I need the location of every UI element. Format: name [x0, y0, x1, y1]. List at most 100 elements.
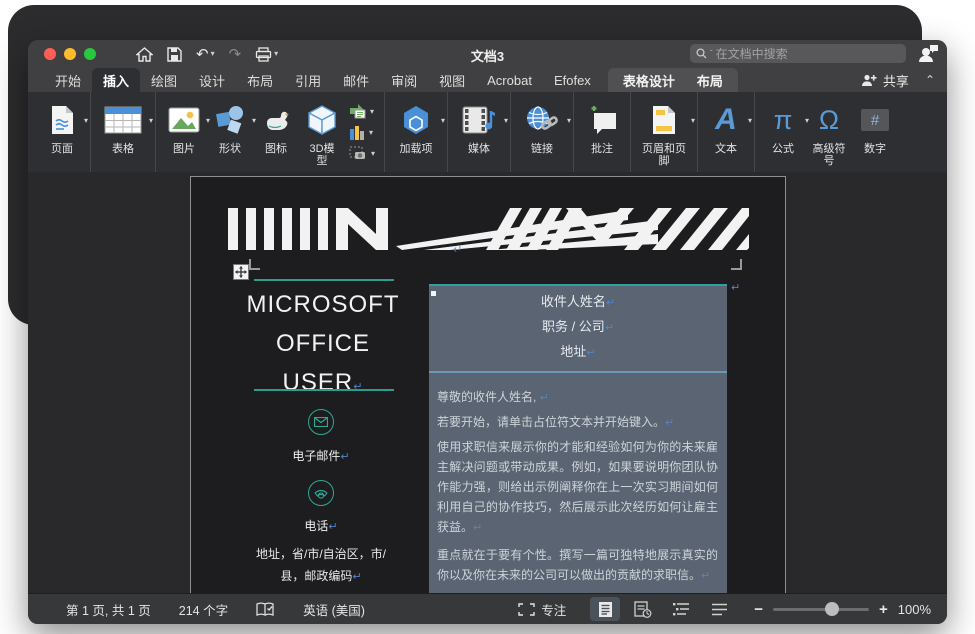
table-label: 表格: [112, 143, 134, 155]
links-button[interactable]: ▾ 链接: [520, 98, 564, 155]
header-footer-label: 页眉和页脚: [640, 143, 688, 167]
print-icon[interactable]: ▾: [255, 47, 278, 62]
screenshot-button[interactable]: ▾: [349, 145, 375, 161]
tab-table-layout[interactable]: 布局: [686, 68, 734, 92]
divider-line: [254, 389, 394, 391]
tab-table-design[interactable]: 表格设计: [612, 68, 686, 92]
media-icon: [462, 98, 496, 142]
links-label: 链接: [531, 143, 553, 155]
text-button[interactable]: A ▾ 文本: [707, 98, 745, 155]
focus-icon: [518, 603, 535, 616]
document-title: 文档3: [471, 46, 504, 65]
page-icon: [50, 98, 75, 142]
letter-cell-selected[interactable]: 收件人姓名↵ 职务 / 公司↵ 地址↵ 尊敬的收件人姓名, ↵ 若要开始，请单击…: [429, 284, 727, 593]
comment-button[interactable]: 批注: [583, 98, 621, 155]
undo-icon[interactable]: ↶▾: [196, 47, 215, 62]
tab-efofex[interactable]: Efofex: [543, 68, 602, 92]
recipient-block[interactable]: 收件人姓名↵ 职务 / 公司↵ 地址↵: [429, 284, 727, 365]
text-a-icon: A: [715, 98, 737, 142]
zoom-in-button[interactable]: +: [879, 601, 888, 618]
print-layout-view-button[interactable]: [590, 597, 620, 621]
addins-label: 加载项: [400, 143, 433, 155]
pictures-button[interactable]: ▾ 图片: [165, 98, 203, 155]
text-caret-icon[interactable]: ▾: [748, 116, 752, 125]
icons-button[interactable]: 图标: [257, 98, 295, 155]
zoom-window-button[interactable]: [84, 48, 96, 60]
tab-design[interactable]: 设计: [188, 68, 236, 92]
proofing-icon[interactable]: [256, 602, 275, 617]
home-icon[interactable]: [136, 47, 153, 62]
screenshot-caret-icon[interactable]: ▾: [371, 149, 375, 158]
paragraph-mark: ↵: [453, 243, 462, 256]
phone-label[interactable]: 电话↵: [261, 517, 381, 534]
shapes-button[interactable]: ▾ 形状: [211, 98, 249, 155]
tab-layout[interactable]: 布局: [236, 68, 284, 92]
addins-caret-icon[interactable]: ▾: [441, 116, 445, 125]
web-layout-view-button[interactable]: [628, 597, 658, 621]
tab-references[interactable]: 引用: [284, 68, 332, 92]
equation-caret-icon[interactable]: ▾: [805, 116, 809, 125]
pages-button[interactable]: ▾ 页面: [43, 98, 81, 155]
address-block[interactable]: 地址，省/市/自治区，市/ 县，邮政编码↵: [246, 543, 396, 588]
collapse-ribbon-icon[interactable]: ⌃: [925, 73, 935, 87]
header-stripe-graphic[interactable]: [228, 208, 749, 255]
media-button[interactable]: ▾ 媒体: [457, 98, 501, 155]
smartart-button[interactable]: ▾: [349, 103, 375, 119]
pages-caret-icon[interactable]: ▾: [84, 116, 88, 125]
tab-view[interactable]: 视图: [428, 68, 476, 92]
chart-button[interactable]: ▾: [349, 124, 375, 140]
ribbon-tabs: 开始 插入 绘图 设计 布局 引用 邮件 审阅 视图 Acrobat Efofe…: [28, 68, 947, 92]
print-caret-icon[interactable]: ▾: [274, 50, 278, 58]
3d-models-button[interactable]: 3D模型: [303, 98, 341, 167]
3d-cube-icon: [307, 98, 337, 142]
media-label: 媒体: [468, 143, 490, 155]
table-caret-icon[interactable]: ▾: [149, 116, 153, 125]
tab-insert[interactable]: 插入: [92, 68, 140, 92]
search-scope-caret-icon[interactable]: ˇ: [710, 49, 713, 58]
undo-caret-icon[interactable]: ▾: [211, 50, 215, 58]
outline-view-button[interactable]: [666, 597, 696, 621]
share-button[interactable]: 共享: [861, 71, 909, 90]
table-move-handle[interactable]: [233, 264, 249, 280]
minimize-window-button[interactable]: [64, 48, 76, 60]
save-icon[interactable]: [167, 47, 182, 62]
media-caret-icon[interactable]: ▾: [504, 116, 508, 125]
redo-icon[interactable]: ↷: [229, 47, 242, 62]
links-caret-icon[interactable]: ▾: [567, 116, 571, 125]
pictures-caret-icon[interactable]: ▾: [206, 116, 210, 125]
tab-acrobat[interactable]: Acrobat: [476, 68, 543, 92]
word-count[interactable]: 214 个字: [179, 600, 228, 619]
zoom-slider-thumb[interactable]: [825, 602, 839, 616]
chart-caret-icon[interactable]: ▾: [369, 128, 373, 137]
page-indicator[interactable]: 第 1 页, 共 1 页: [66, 600, 151, 619]
email-label[interactable]: 电子邮件↵: [261, 447, 381, 464]
equation-button[interactable]: π ▾ 公式: [764, 98, 802, 155]
account-avatar-icon[interactable]: [917, 43, 939, 69]
addins-button[interactable]: ▾ 加载项: [394, 98, 438, 155]
focus-mode-button[interactable]: 专注: [518, 600, 566, 619]
zoom-slider[interactable]: [773, 608, 869, 611]
3d-models-label: 3D模型: [304, 143, 340, 167]
advanced-symbol-button[interactable]: Ω 高级符号: [810, 98, 848, 167]
margin-corner-mark: [731, 259, 742, 270]
table-button[interactable]: ▾ 表格: [100, 98, 146, 155]
language-indicator[interactable]: 英语 (美国): [303, 600, 365, 619]
search-input[interactable]: [716, 47, 900, 61]
search-box[interactable]: ˇ: [690, 44, 906, 63]
tab-mailings[interactable]: 邮件: [332, 68, 380, 92]
number-button[interactable]: # 数字: [856, 98, 894, 155]
draft-view-button[interactable]: [704, 597, 734, 621]
smartart-caret-icon[interactable]: ▾: [370, 107, 374, 116]
zoom-out-button[interactable]: −: [754, 601, 763, 618]
close-window-button[interactable]: [44, 48, 56, 60]
tab-home[interactable]: 开始: [44, 68, 92, 92]
document-canvas: ↵ MICROSOFT OFFICE USER↵ 电子邮件↵: [28, 172, 947, 593]
shapes-caret-icon[interactable]: ▾: [252, 116, 256, 125]
tab-review[interactable]: 审阅: [380, 68, 428, 92]
letter-body[interactable]: 尊敬的收件人姓名, ↵ 若要开始，请单击占位符文本并开始键入。↵ 使用求职信来展…: [429, 373, 727, 593]
document-page[interactable]: ↵ MICROSOFT OFFICE USER↵ 电子邮件↵: [190, 176, 786, 593]
header-footer-caret-icon[interactable]: ▾: [691, 116, 695, 125]
zoom-level[interactable]: 100%: [898, 602, 931, 617]
header-footer-button[interactable]: ▾ 页眉和页脚: [640, 98, 688, 167]
tab-draw[interactable]: 绘图: [140, 68, 188, 92]
